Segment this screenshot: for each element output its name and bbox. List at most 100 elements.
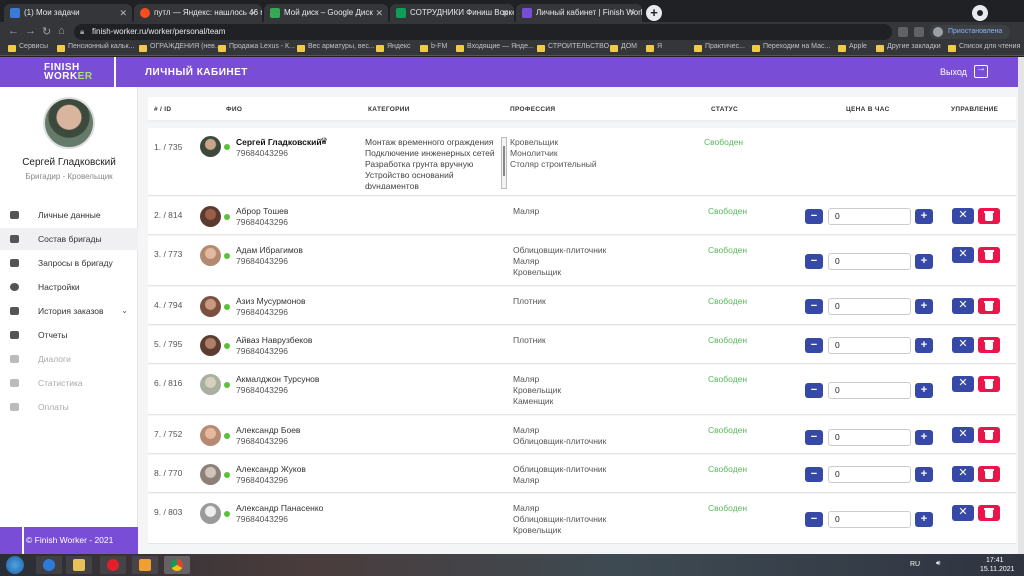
sidebar-item-team[interactable]: Состав бригады — [0, 228, 138, 250]
close-icon[interactable]: ✕ — [249, 4, 257, 22]
taskbar-ie-icon[interactable] — [36, 556, 62, 574]
delete-trash-button[interactable] — [978, 466, 1000, 482]
logout-link[interactable]: Выход — [940, 67, 967, 77]
logout-icon[interactable] — [974, 63, 988, 78]
increase-price-button[interactable]: + — [915, 299, 933, 314]
status-badge: Свободен — [708, 245, 748, 255]
bookmark-item[interactable]: Практичес... — [694, 43, 745, 52]
delete-trash-button[interactable] — [978, 505, 1000, 521]
member-phone: 79684043296 — [236, 217, 289, 227]
categories-scrollbar[interactable] — [501, 137, 507, 189]
url-field[interactable]: 🔒︎ finish-worker.ru/worker/personal/team — [74, 24, 892, 40]
site-logo[interactable]: FINISH WORKER — [22, 57, 116, 87]
profession-list: Кровельщик Монолитчик Столяр строительны… — [510, 137, 597, 169]
bookmark-folder[interactable]: СТРОИТЕЛЬСТВО — [537, 43, 609, 52]
clock-date[interactable]: 15.11.2021 — [980, 566, 1015, 573]
close-icon[interactable]: ✕ — [375, 4, 383, 22]
puzzle-icon[interactable] — [914, 27, 924, 37]
price-input[interactable]: 0 — [828, 382, 911, 399]
remove-member-button[interactable]: ✕ — [952, 466, 974, 482]
decrease-price-button[interactable]: − — [805, 383, 823, 398]
new-tab-button[interactable]: + — [646, 5, 662, 21]
bookmark-item[interactable]: ОГРАЖДЕНИЯ (нев... — [139, 43, 221, 52]
windows-start-icon[interactable] — [6, 556, 24, 574]
bookmark-item[interactable]: Яндекс — [376, 43, 411, 52]
bookmark-item[interactable]: Список для чтения — [948, 43, 1020, 52]
delete-trash-button[interactable] — [978, 247, 1000, 263]
price-input[interactable]: 0 — [828, 511, 911, 528]
decrease-price-button[interactable]: − — [805, 299, 823, 314]
increase-price-button[interactable]: + — [915, 383, 933, 398]
remove-member-button[interactable]: ✕ — [952, 247, 974, 263]
page-scrollbar[interactable] — [1018, 57, 1024, 554]
taskbar-explorer-icon[interactable] — [66, 556, 92, 574]
remove-member-button[interactable]: ✕ — [952, 298, 974, 314]
close-icon[interactable]: ✕ — [119, 4, 127, 22]
increase-price-button[interactable]: + — [915, 467, 933, 482]
input-language[interactable]: RU — [910, 561, 920, 568]
bookmark-item[interactable]: Входящие — Янде... — [456, 43, 534, 52]
sidebar-item-requests[interactable]: Запросы в бригаду — [0, 252, 138, 274]
decrease-price-button[interactable]: − — [805, 209, 823, 224]
taskbar-chrome-icon[interactable] — [164, 556, 190, 574]
remove-member-button[interactable]: ✕ — [952, 337, 974, 353]
bookmark-item[interactable]: Сервисы — [8, 43, 48, 52]
status-badge: Свободен — [708, 296, 748, 306]
increase-price-button[interactable]: + — [915, 209, 933, 224]
extension-icon[interactable] — [898, 27, 908, 37]
close-icon[interactable]: ✕ — [629, 4, 637, 22]
table-row: 3. / 773 Адам Ибрагимов 79684043296 Обли… — [148, 236, 1016, 286]
remove-member-button[interactable]: ✕ — [952, 376, 974, 392]
forward-arrow-icon[interactable]: → — [25, 25, 36, 37]
decrease-price-button[interactable]: − — [805, 338, 823, 353]
increase-price-button[interactable]: + — [915, 254, 933, 269]
sidebar-item-personal-data[interactable]: Личные данные — [0, 204, 138, 226]
price-input[interactable]: 0 — [828, 298, 911, 315]
price-input[interactable]: 0 — [828, 253, 911, 270]
remove-member-button[interactable]: ✕ — [952, 505, 974, 521]
categories-list[interactable]: Монтаж временного ограждения Подключение… — [365, 137, 499, 189]
taskbar-opera-icon[interactable] — [100, 556, 126, 574]
delete-trash-button[interactable] — [978, 337, 1000, 353]
sidebar-item-order-history[interactable]: История заказов ⌄ — [0, 300, 138, 322]
member-name: Акмалджон Турсунов — [236, 374, 320, 384]
taskbar-media-icon[interactable] — [132, 556, 158, 574]
price-input[interactable]: 0 — [828, 429, 911, 446]
decrease-price-button[interactable]: − — [805, 467, 823, 482]
bookmark-folder[interactable]: Другие закладки — [876, 43, 941, 52]
decrease-price-button[interactable]: − — [805, 512, 823, 527]
sidebar-item-settings[interactable]: Настройки — [0, 276, 138, 298]
price-input[interactable]: 0 — [828, 337, 911, 354]
profession-list: Плотник — [513, 296, 546, 306]
delete-trash-button[interactable] — [978, 208, 1000, 224]
profile-button[interactable]: Приостановлена — [930, 25, 1011, 39]
price-input[interactable]: 0 — [828, 208, 911, 225]
bookmark-item[interactable]: Пенсионный кальк... — [57, 43, 134, 52]
price-input[interactable]: 0 — [828, 466, 911, 483]
bookmark-item[interactable]: Apple — [838, 43, 867, 52]
sidebar-item-reports[interactable]: Отчеты — [0, 324, 138, 346]
bookmark-folder[interactable]: ДОМ — [610, 43, 637, 52]
bookmark-item[interactable]: b-FM — [420, 43, 447, 52]
volume-icon[interactable]: 🔊︎ — [936, 560, 940, 568]
remove-member-button[interactable]: ✕ — [952, 427, 974, 443]
delete-trash-button[interactable] — [978, 376, 1000, 392]
decrease-price-button[interactable]: − — [805, 254, 823, 269]
home-icon[interactable]: ⌂ — [58, 25, 65, 37]
delete-trash-button[interactable] — [978, 298, 1000, 314]
clock-time[interactable]: 17:41 — [986, 557, 1004, 564]
close-icon[interactable]: ✕ — [501, 4, 509, 22]
decrease-price-button[interactable]: − — [805, 430, 823, 445]
increase-price-button[interactable]: + — [915, 338, 933, 353]
reload-icon[interactable]: ↻ — [42, 25, 51, 38]
increase-price-button[interactable]: + — [915, 512, 933, 527]
bookmark-item[interactable]: Продажа Lexus - К... — [218, 43, 295, 52]
bookmark-item[interactable]: Вес арматуры, вес... — [297, 43, 375, 52]
remove-member-button[interactable]: ✕ — [952, 208, 974, 224]
back-arrow-icon[interactable]: ← — [8, 25, 19, 37]
bookmark-folder[interactable]: Я — [646, 43, 662, 52]
delete-trash-button[interactable] — [978, 427, 1000, 443]
bookmark-item[interactable]: Переходим на Мас... — [752, 43, 830, 52]
increase-price-button[interactable]: + — [915, 430, 933, 445]
record-icon[interactable] — [972, 5, 988, 21]
